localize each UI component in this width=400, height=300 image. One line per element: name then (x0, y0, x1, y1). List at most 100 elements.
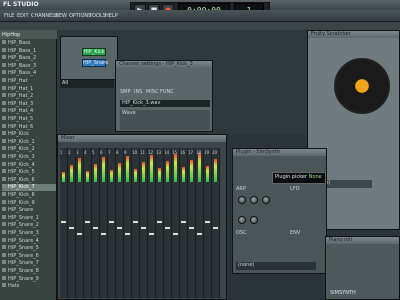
mixer-fader[interactable] (108, 220, 115, 224)
mixer-fader[interactable] (156, 220, 163, 224)
synth-knob-1[interactable] (238, 196, 246, 204)
browser-item[interactable]: HIP_Kick_4 (2, 161, 56, 168)
mixer-fader[interactable] (172, 232, 179, 236)
sample-file-icon (2, 230, 6, 234)
menu-options[interactable]: OPTIONS (69, 13, 91, 19)
piano-footer: SIMSYNTH (330, 290, 356, 296)
sample-file-icon (2, 245, 6, 250)
synth-window: Plugin - SimSynth (232, 148, 327, 274)
mixer-fader[interactable] (164, 226, 171, 230)
sample-field[interactable]: HIP_Kick_3.wav (120, 100, 210, 107)
browser-item-label: HIP_Kick_8 (8, 192, 35, 198)
mixer-fader[interactable] (84, 220, 91, 224)
mixer-fader[interactable] (148, 232, 155, 236)
mixer-fader[interactable] (76, 232, 83, 236)
browser-item[interactable]: HIP_Kick_3 (2, 154, 56, 160)
mixer-fader[interactable] (196, 232, 203, 236)
menu-file[interactable]: FILE (4, 13, 14, 19)
mixer-fader[interactable] (124, 232, 131, 236)
browser-item[interactable]: HIP_Hat_4 (2, 108, 56, 114)
browser-item[interactable]: HIP_Hat (2, 78, 56, 84)
synth-footer[interactable]: (none) (236, 262, 316, 270)
synth-label-osc: OSC (236, 230, 247, 236)
mixer-fader[interactable] (188, 226, 195, 230)
pattern-button-kick[interactable]: HIP_Kick (82, 48, 106, 56)
browser-item[interactable]: HIP_Snare_2 (2, 222, 56, 228)
browser-item[interactable]: HIP_Snare_4 (2, 237, 56, 244)
mixer-fader[interactable] (100, 232, 107, 236)
menu-edit[interactable]: EDIT (17, 13, 29, 19)
turntable-platter-icon[interactable] (334, 58, 390, 114)
tab-smp[interactable]: SMP (120, 89, 131, 95)
sample-file-icon (2, 154, 6, 158)
tab-misc[interactable]: MISC (146, 89, 158, 95)
browser-item[interactable]: HIP_Bass_2 (2, 55, 56, 61)
mixer-insert-label: 8 (116, 150, 119, 155)
menu-view[interactable]: VIEW (54, 13, 67, 19)
browser-item[interactable]: HIP_Snare_7 (2, 260, 56, 266)
browser-item[interactable]: HIP_Kick_8 (2, 192, 56, 198)
browser-item[interactable]: HIP_Kick_5 (2, 169, 56, 175)
mixer-insert-label: 13 (156, 150, 162, 155)
mixer-fader[interactable] (132, 220, 139, 224)
tab-ins[interactable]: INS (134, 89, 142, 95)
sample-file-icon (2, 47, 6, 52)
synth-knob-4[interactable] (238, 216, 246, 224)
browser-folder[interactable]: HipHop (2, 32, 20, 38)
sample-file-icon (2, 268, 6, 272)
mixer-fader[interactable] (116, 226, 123, 230)
synth-knob-5[interactable] (250, 216, 258, 224)
mixer-fader[interactable] (212, 226, 219, 230)
browser-item[interactable]: HIP_Hat_3 (2, 100, 56, 107)
browser-item-label: HIP_Hat (8, 78, 28, 84)
mixer-fader[interactable] (140, 226, 147, 230)
browser-item[interactable]: HIP_Bass_3 (2, 62, 56, 69)
browser-item[interactable]: HIP_Hat_2 (2, 93, 56, 99)
browser-item[interactable]: HIP_Kick_1 (2, 138, 56, 145)
browser-item[interactable]: HIP_Kick_6 (2, 176, 56, 183)
vu-meter (134, 169, 137, 182)
browser-item[interactable]: HIP_Kick_2 (2, 146, 56, 152)
hint-label: Plugin picker (275, 174, 308, 180)
mixer-fader[interactable] (92, 226, 99, 230)
pattern-button-snare[interactable]: HIP_Snare (82, 59, 108, 67)
browser-item[interactable]: HIP_Kick_9 (2, 199, 56, 206)
browser-item[interactable]: HIP_Snare_5 (2, 245, 56, 251)
browser-item[interactable]: HIP_Snare_1 (2, 214, 56, 221)
browser-item-label: HIP_Snare_3 (8, 230, 39, 236)
browser-item-label: HIP_Snare_9 (8, 275, 39, 282)
mixer-fader[interactable] (60, 220, 67, 224)
browser-item[interactable]: HIP_Snare (2, 207, 56, 213)
menu-help[interactable]: HELP (105, 13, 118, 19)
pattern-preset-select[interactable]: All (60, 80, 114, 88)
synth-knob-3[interactable] (262, 196, 270, 204)
browser-item[interactable]: HIP_Snare_6 (2, 252, 56, 259)
mixer-insert-label: 14 (164, 150, 170, 155)
browser-item[interactable]: HIP_Hat_1 (2, 85, 56, 92)
browser-item-label: HIP_Bass_1 (8, 47, 37, 54)
browser-item[interactable]: HIP_Kick_7 (2, 184, 56, 191)
mixer-fader[interactable] (68, 226, 75, 230)
browser-item[interactable]: HIP_Hat_5 (2, 116, 56, 122)
browser-item-label: HIP_Bass_2 (8, 55, 37, 62)
browser-item[interactable]: HIP_Bass_4 (2, 70, 56, 76)
browser-item[interactable]: HIP_Bass_1 (2, 47, 56, 54)
synth-knob-2[interactable] (250, 196, 258, 204)
browser-item[interactable]: Hats (2, 283, 56, 289)
browser-item[interactable]: HIP_Snare_8 (2, 268, 56, 274)
vu-meter (206, 166, 209, 182)
browser-item[interactable]: HIP_Hat_6 (2, 123, 56, 130)
menu-tools[interactable]: TOOLS (89, 13, 106, 19)
vu-meter (214, 159, 217, 182)
browser-item[interactable]: HIP_Snare_9 (2, 275, 56, 282)
mixer-fader[interactable] (180, 220, 187, 224)
browser-item[interactable]: HIP_Kick (2, 131, 56, 137)
mixer-fader[interactable] (204, 220, 211, 224)
browser-item[interactable]: HIP_Snare_3 (2, 230, 56, 236)
browser-item-label: HIP_Kick_7 (8, 184, 35, 191)
tab-func[interactable]: FUNC (160, 89, 174, 95)
scratcher-title: Fruity Scratcher (308, 31, 399, 38)
vu-meter (142, 162, 145, 182)
browser-item[interactable]: HIP_Bass (2, 40, 56, 46)
browser-item-label: HIP_Hat_3 (8, 100, 34, 107)
